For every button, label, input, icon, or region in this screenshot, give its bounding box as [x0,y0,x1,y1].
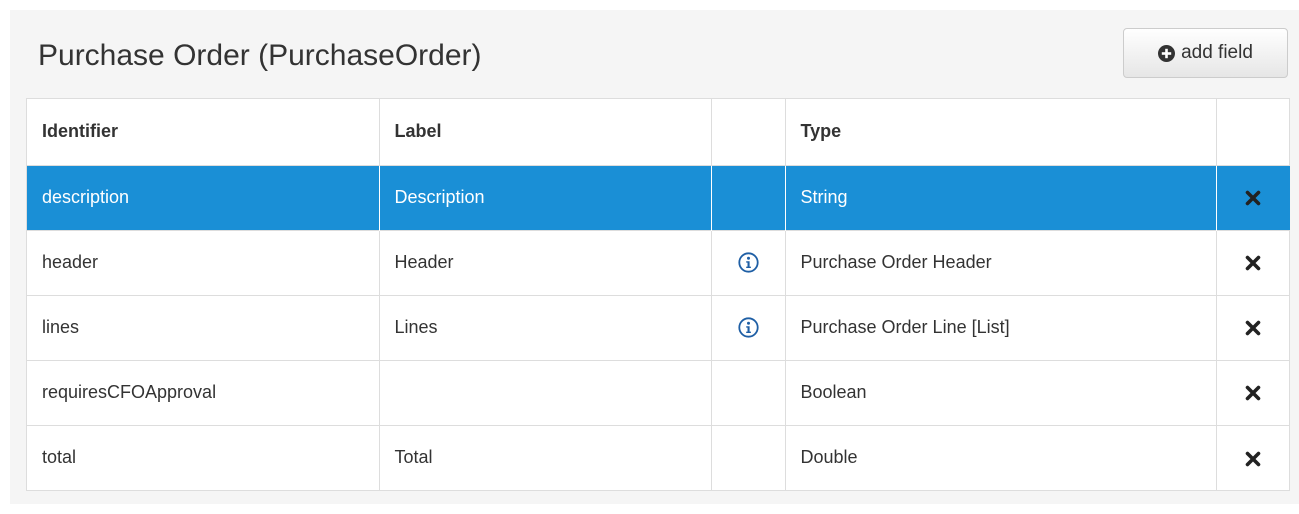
cell-info [711,424,786,490]
cell-label: Lines [379,294,712,360]
cell-type: Boolean [785,359,1217,425]
cell-info [711,164,786,230]
cell-label: Header [379,229,712,295]
column-header-identifier: Identifier [27,99,380,165]
fields-table: Identifier Label Type description Descrip… [26,98,1290,491]
table-row[interactable]: description Description String [27,164,1290,230]
page-title: Purchase Order (PurchaseOrder) [38,39,482,72]
table-header-row: Identifier Label Type [27,99,1290,165]
cell-label: Total [379,424,712,490]
close-icon[interactable] [1245,451,1261,467]
column-header-label: Label [379,99,712,165]
cell-label: Description [379,164,712,230]
close-icon[interactable] [1245,385,1261,401]
cell-delete [1216,294,1290,360]
cell-type: Double [785,424,1217,490]
table-row[interactable]: total Total Double [27,424,1290,490]
plus-circle-icon [1158,44,1176,62]
table-row[interactable]: lines Lines Purchase Order Line [List] [27,294,1290,360]
cell-label [379,359,712,425]
column-header-actions [1216,99,1290,165]
cell-identifier: header [27,229,380,295]
cell-delete [1216,229,1290,295]
info-circle-icon[interactable] [737,252,759,273]
info-circle-icon[interactable] [737,317,759,338]
cell-info [711,294,786,360]
cell-identifier: total [27,424,380,490]
cell-delete [1216,164,1290,230]
close-icon[interactable] [1245,255,1261,271]
cell-identifier: lines [27,294,380,360]
column-header-type: Type [785,99,1217,165]
cell-delete [1216,359,1290,425]
cell-identifier: description [27,164,380,230]
table-row[interactable]: requiresCFOApproval Boolean [27,359,1290,425]
cell-type: Purchase Order Line [List] [785,294,1217,360]
cell-info [711,359,786,425]
cell-type: String [785,164,1217,230]
close-icon[interactable] [1245,190,1261,206]
cell-info [711,229,786,295]
column-header-info [711,99,786,165]
cell-type: Purchase Order Header [785,229,1217,295]
add-field-button[interactable]: add field [1123,28,1288,78]
add-field-label: add field [1181,42,1253,63]
cell-delete [1216,424,1290,490]
table-row[interactable]: header Header Purchase Order Header [27,229,1290,295]
cell-identifier: requiresCFOApproval [27,359,380,425]
close-icon[interactable] [1245,320,1261,336]
